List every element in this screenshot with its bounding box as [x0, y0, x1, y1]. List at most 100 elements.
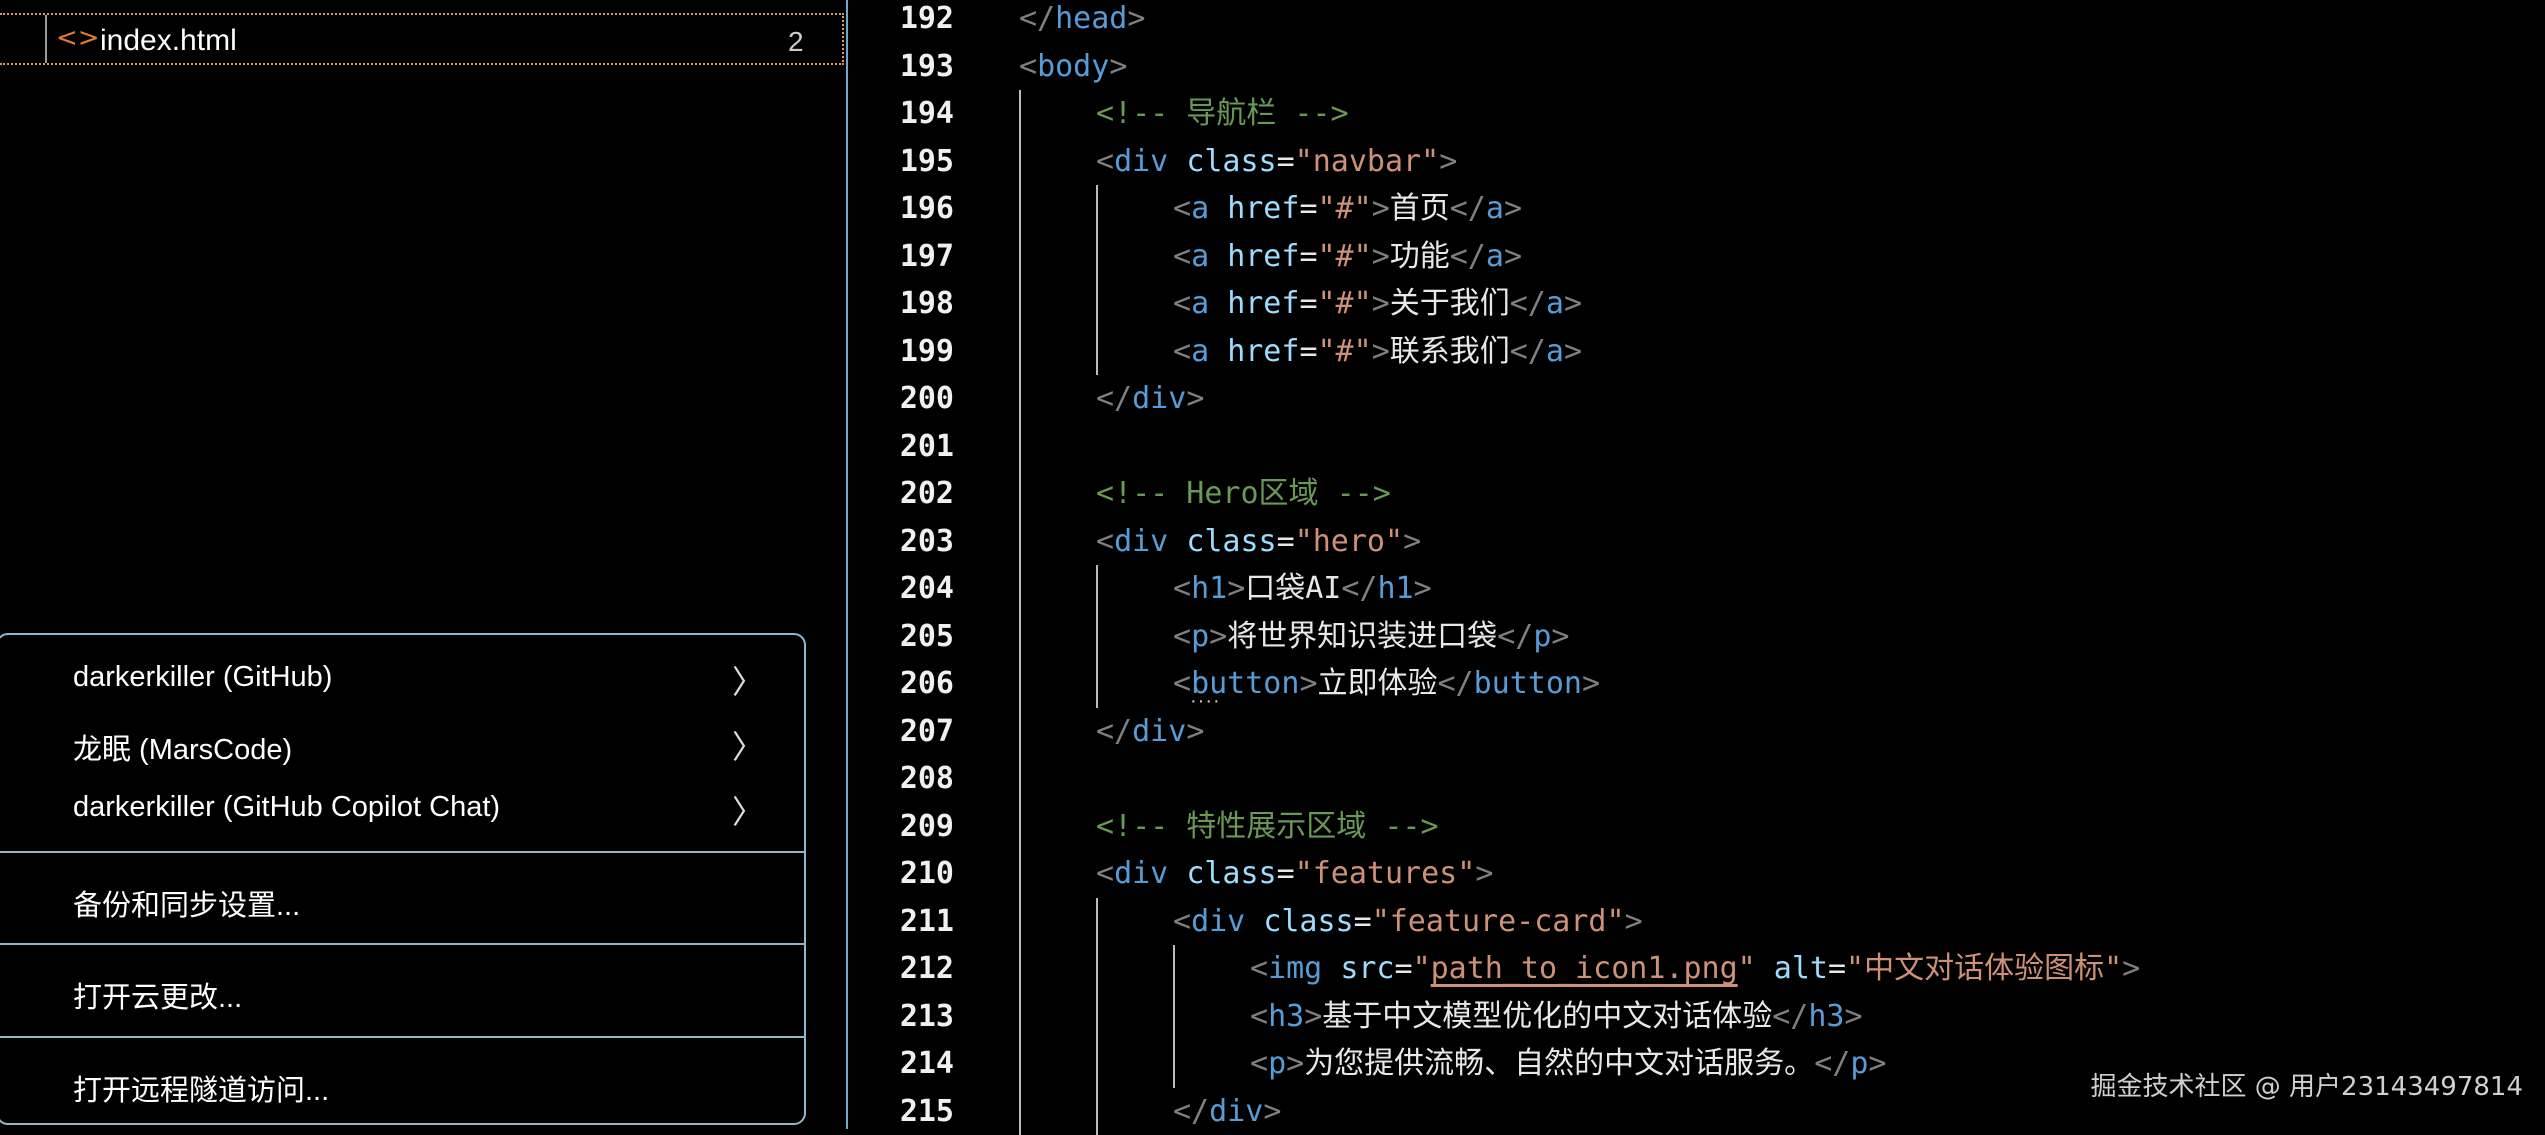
- token-br: </: [1173, 1094, 1209, 1129]
- line-number: 202: [848, 470, 954, 518]
- token-br: </: [1450, 239, 1486, 274]
- menu-item-github-account[interactable]: darkerkiller (GitHub) 〉: [0, 649, 804, 709]
- code-line[interactable]: 192</head>: [848, 0, 2545, 43]
- code-line[interactable]: 211<div class="feature-card">: [848, 898, 2545, 946]
- token-txt: 为您提供流畅、自然的中文对话服务。: [1304, 1046, 1814, 1081]
- token-tag: a: [1486, 191, 1504, 226]
- token-txt: [1756, 951, 1774, 986]
- token-br: >: [1625, 904, 1643, 939]
- file-item-index-html[interactable]: <> index.html 2: [0, 13, 844, 65]
- code-line[interactable]: 198<a href="#">关于我们</a>: [848, 280, 2545, 328]
- token-br: </: [1450, 191, 1486, 226]
- token-tag: head: [1055, 1, 1127, 36]
- token-tag: div: [1114, 524, 1168, 559]
- code-text: <div class="navbar">: [1096, 138, 1457, 186]
- code-line[interactable]: 194<!-- 导航栏 -->: [848, 90, 2545, 138]
- code-line[interactable]: 201: [848, 423, 2545, 471]
- token-br: </: [1438, 666, 1474, 701]
- indent-guide: [1019, 565, 1021, 613]
- code-line[interactable]: 205<p>将世界知识装进口袋</p>: [848, 613, 2545, 661]
- token-attr: href: [1227, 239, 1299, 274]
- indent-guide: [1019, 90, 1021, 138]
- token-eq: =: [1277, 524, 1295, 559]
- token-link[interactable]: path_to_icon1.png: [1431, 951, 1738, 986]
- code-line[interactable]: 195<div class="navbar">: [848, 138, 2545, 186]
- menu-item-copilot-chat-account[interactable]: darkerkiller (GitHub Copilot Chat) 〉: [0, 779, 804, 839]
- indent-guide: [1096, 613, 1098, 661]
- code-line[interactable]: 204<h1>口袋AI</h1>: [848, 565, 2545, 613]
- code-line[interactable]: 207</div>: [848, 708, 2545, 756]
- token-eq: =: [1277, 856, 1295, 891]
- line-number: 201: [848, 423, 954, 471]
- code-line[interactable]: 193<body>: [848, 43, 2545, 91]
- code-line[interactable]: 212<img src="path_to_icon1.png" alt="中文对…: [848, 945, 2545, 993]
- indent-guide: [1173, 1040, 1175, 1088]
- token-br: </: [1341, 571, 1377, 606]
- token-txt: 首页: [1390, 191, 1450, 226]
- token-br: >: [1504, 239, 1522, 274]
- token-br: >: [1286, 1046, 1304, 1081]
- token-br: >: [1263, 1094, 1281, 1129]
- indent-guide: [1019, 803, 1021, 851]
- token-tag: p: [1191, 619, 1209, 654]
- token-tag: div: [1209, 1094, 1263, 1129]
- code-text: </div>: [1173, 1088, 1281, 1135]
- code-line[interactable]: 210<div class="features">: [848, 850, 2545, 898]
- menu-item-open-remote-tunnel[interactable]: 打开远程隧道访问...: [0, 1055, 804, 1115]
- code-text: <a href="#">联系我们</a>: [1173, 328, 1582, 376]
- token-br: </: [1497, 619, 1533, 654]
- indent-guide: [1019, 898, 1021, 946]
- token-br: </: [1096, 381, 1132, 416]
- code-editor[interactable]: 192</head>193<body>194<!-- 导航栏 -->195<di…: [848, 0, 2545, 1129]
- token-br: </: [1019, 1, 1055, 36]
- line-number: 207: [848, 708, 954, 756]
- line-number: 205: [848, 613, 954, 661]
- code-line[interactable]: 197<a href="#">功能</a>: [848, 233, 2545, 281]
- menu-item-backup-sync-settings[interactable]: 备份和同步设置...: [0, 870, 804, 930]
- indent-guide: [1096, 280, 1098, 328]
- indent-guide: [1096, 565, 1098, 613]
- code-line[interactable]: 202<!-- Hero区域 -->: [848, 470, 2545, 518]
- code-line[interactable]: 206<button>立即体验</button>: [848, 660, 2545, 708]
- token-txt: 立即体验: [1318, 666, 1438, 701]
- token-tag: div: [1114, 144, 1168, 179]
- token-com: <!-- 特性展示区域 -->: [1096, 809, 1439, 844]
- line-number: 210: [848, 850, 954, 898]
- menu-item-label: 备份和同步设置...: [73, 882, 300, 924]
- code-line[interactable]: 208: [848, 755, 2545, 803]
- code-text: </head>: [1019, 0, 1145, 43]
- token-br: >: [1475, 856, 1493, 891]
- token-br: >: [1439, 144, 1457, 179]
- menu-item-open-cloud-changes[interactable]: 打开云更改...: [0, 962, 804, 1022]
- token-br: <: [1019, 49, 1037, 84]
- token-br: >: [1868, 1046, 1886, 1081]
- token-br: >: [1403, 524, 1421, 559]
- token-br: >: [1564, 334, 1582, 369]
- explorer-sidebar: <> index.html 2 darkerkiller (GitHub) 〉 …: [0, 0, 848, 1129]
- code-text: <a href="#">关于我们</a>: [1173, 280, 1582, 328]
- token-str: "#": [1318, 191, 1372, 226]
- code-line[interactable]: 213<h3>基于中文模型优化的中文对话体验</h3>: [848, 993, 2545, 1041]
- indent-guide: [1096, 898, 1098, 946]
- indent-guide: [1019, 660, 1021, 708]
- code-line[interactable]: 199<a href="#">联系我们</a>: [848, 328, 2545, 376]
- token-br: <: [1173, 239, 1191, 274]
- chevron-right-icon: 〉: [732, 722, 764, 768]
- code-line[interactable]: 203<div class="hero">: [848, 518, 2545, 566]
- indent-guide: [1019, 755, 1021, 803]
- line-number: 197: [848, 233, 954, 281]
- token-tag: a: [1191, 334, 1209, 369]
- code-text: <p>将世界知识装进口袋</p>: [1173, 613, 1569, 661]
- token-eq: =: [1277, 144, 1295, 179]
- code-line[interactable]: 200</div>: [848, 375, 2545, 423]
- code-line[interactable]: 209<!-- 特性展示区域 -->: [848, 803, 2545, 851]
- menu-item-marscode-account[interactable]: 龙眠 (MarsCode) 〉: [0, 714, 804, 774]
- menu-item-label: 打开远程隧道访问...: [73, 1067, 329, 1109]
- indent-guide: [1019, 518, 1021, 566]
- code-line[interactable]: 196<a href="#">首页</a>: [848, 185, 2545, 233]
- menu-item-label: darkerkiller (GitHub): [73, 661, 332, 694]
- token-str: ": [1413, 951, 1431, 986]
- code-text: <p>为您提供流畅、自然的中文对话服务。</p>: [1250, 1040, 1886, 1088]
- token-str: "中文对话体验图标": [1846, 951, 2122, 986]
- line-number: 213: [848, 993, 954, 1041]
